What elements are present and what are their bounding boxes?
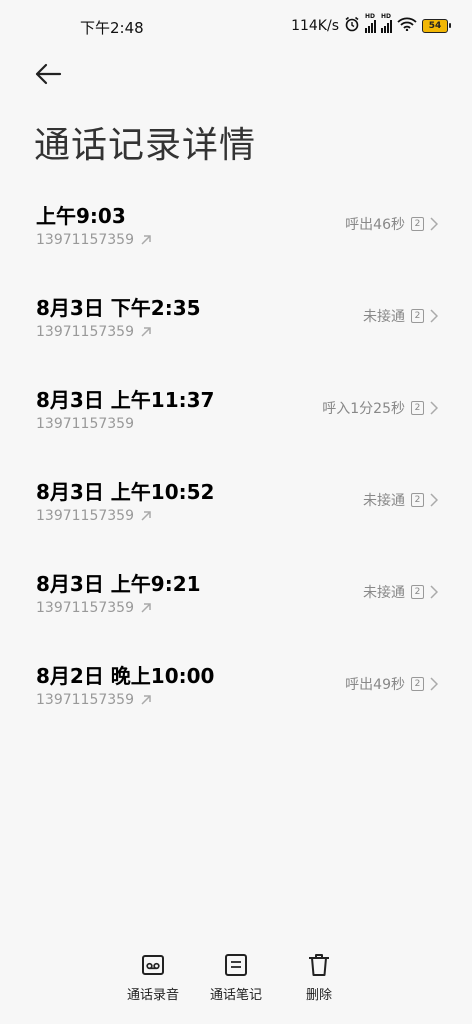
bottom-action-bar: 通话录音 通话笔记 删除 (0, 952, 472, 1012)
chevron-right-icon (430, 401, 438, 415)
signal-icon: HD (381, 13, 392, 33)
call-number-row: 13971157359 (36, 416, 134, 432)
chevron-right-icon (430, 309, 438, 323)
trash-icon (306, 952, 332, 980)
call-status: 呼入1分25秒 (322, 401, 405, 417)
page-title: 通话记录详情 (34, 125, 257, 166)
call-number-row: 13971157359 (36, 508, 152, 524)
call-status-group: 未接通 2 (363, 306, 438, 326)
call-log-item[interactable]: 8月3日 上午10:52 13971157359 未接通 2 (0, 472, 472, 564)
call-log-item[interactable]: 8月2日 晚上10:00 13971157359 呼出49秒 2 (0, 656, 472, 748)
wifi-icon (397, 17, 417, 35)
call-log-item[interactable]: 8月3日 下午2:35 13971157359 未接通 2 (0, 288, 472, 380)
note-icon (223, 952, 249, 980)
chevron-right-icon (430, 217, 438, 231)
call-number-row: 13971157359 (36, 692, 152, 708)
call-log-item[interactable]: 上午9:03 13971157359 呼出46秒 2 (0, 196, 472, 288)
outgoing-arrow-icon (140, 234, 152, 246)
call-status: 未接通 (363, 493, 405, 509)
call-status: 未接通 (363, 309, 405, 325)
alarm-icon (344, 16, 360, 36)
arrow-left-icon (34, 63, 62, 90)
call-status-group: 呼入1分25秒 2 (322, 398, 438, 418)
status-time: 下午2:48 (80, 19, 144, 37)
call-notes-button[interactable]: 通话笔记 (196, 952, 276, 1003)
chevron-right-icon (430, 493, 438, 507)
call-datetime: 8月3日 上午10:52 (36, 480, 215, 504)
call-datetime: 8月2日 晚上10:00 (36, 664, 215, 688)
chevron-right-icon (430, 585, 438, 599)
sim-badge: 2 (411, 217, 424, 231)
sim-badge: 2 (411, 493, 424, 507)
call-datetime: 8月3日 上午9:21 (36, 572, 201, 596)
call-status-group: 未接通 2 (363, 490, 438, 510)
status-icons: 114K/s HD HD 54 (291, 13, 451, 36)
call-number: 13971157359 (36, 416, 134, 432)
sim-badge: 2 (411, 585, 424, 599)
outgoing-arrow-icon (140, 602, 152, 614)
back-button[interactable] (34, 62, 64, 88)
call-status-group: 未接通 2 (363, 582, 438, 602)
call-status: 未接通 (363, 585, 405, 601)
call-number: 13971157359 (36, 600, 134, 616)
call-number: 13971157359 (36, 232, 134, 248)
call-status-group: 呼出49秒 2 (345, 674, 438, 694)
call-datetime: 8月3日 下午2:35 (36, 296, 201, 320)
call-datetime: 上午9:03 (36, 204, 126, 228)
net-speed: 114K/s (291, 18, 339, 34)
outgoing-arrow-icon (140, 326, 152, 338)
call-log-item[interactable]: 8月3日 上午11:37 13971157359 呼入1分25秒 2 (0, 380, 472, 472)
call-log-list: 上午9:03 13971157359 呼出46秒 2 8月3日 下午2:35 1… (0, 196, 472, 748)
call-recording-button[interactable]: 通话录音 (113, 952, 193, 1003)
call-log-item[interactable]: 8月3日 上午9:21 13971157359 未接通 2 (0, 564, 472, 656)
voicemail-icon (140, 952, 166, 980)
call-number-row: 13971157359 (36, 600, 152, 616)
call-status: 呼出46秒 (345, 217, 405, 233)
call-notes-label: 通话笔记 (209, 988, 262, 1003)
call-number-row: 13971157359 (36, 324, 152, 340)
signal-icon: HD (365, 13, 376, 33)
delete-button[interactable]: 删除 (279, 952, 359, 1003)
sim-badge: 2 (411, 309, 424, 323)
outgoing-arrow-icon (140, 510, 152, 522)
call-number: 13971157359 (36, 692, 134, 708)
sim-badge: 2 (411, 677, 424, 691)
chevron-right-icon (430, 677, 438, 691)
call-number-row: 13971157359 (36, 232, 152, 248)
call-recording-label: 通话录音 (126, 988, 179, 1003)
battery-level: 54 (428, 21, 442, 31)
battery-icon: 54 (422, 19, 451, 33)
delete-label: 删除 (305, 988, 332, 1003)
call-number: 13971157359 (36, 324, 134, 340)
status-bar: 下午2:48 114K/s HD HD 54 (0, 0, 472, 52)
outgoing-arrow-icon (140, 694, 152, 706)
call-status: 呼出49秒 (345, 677, 405, 693)
call-status-group: 呼出46秒 2 (345, 214, 438, 234)
call-datetime: 8月3日 上午11:37 (36, 388, 215, 412)
call-number: 13971157359 (36, 508, 134, 524)
sim-badge: 2 (411, 401, 424, 415)
